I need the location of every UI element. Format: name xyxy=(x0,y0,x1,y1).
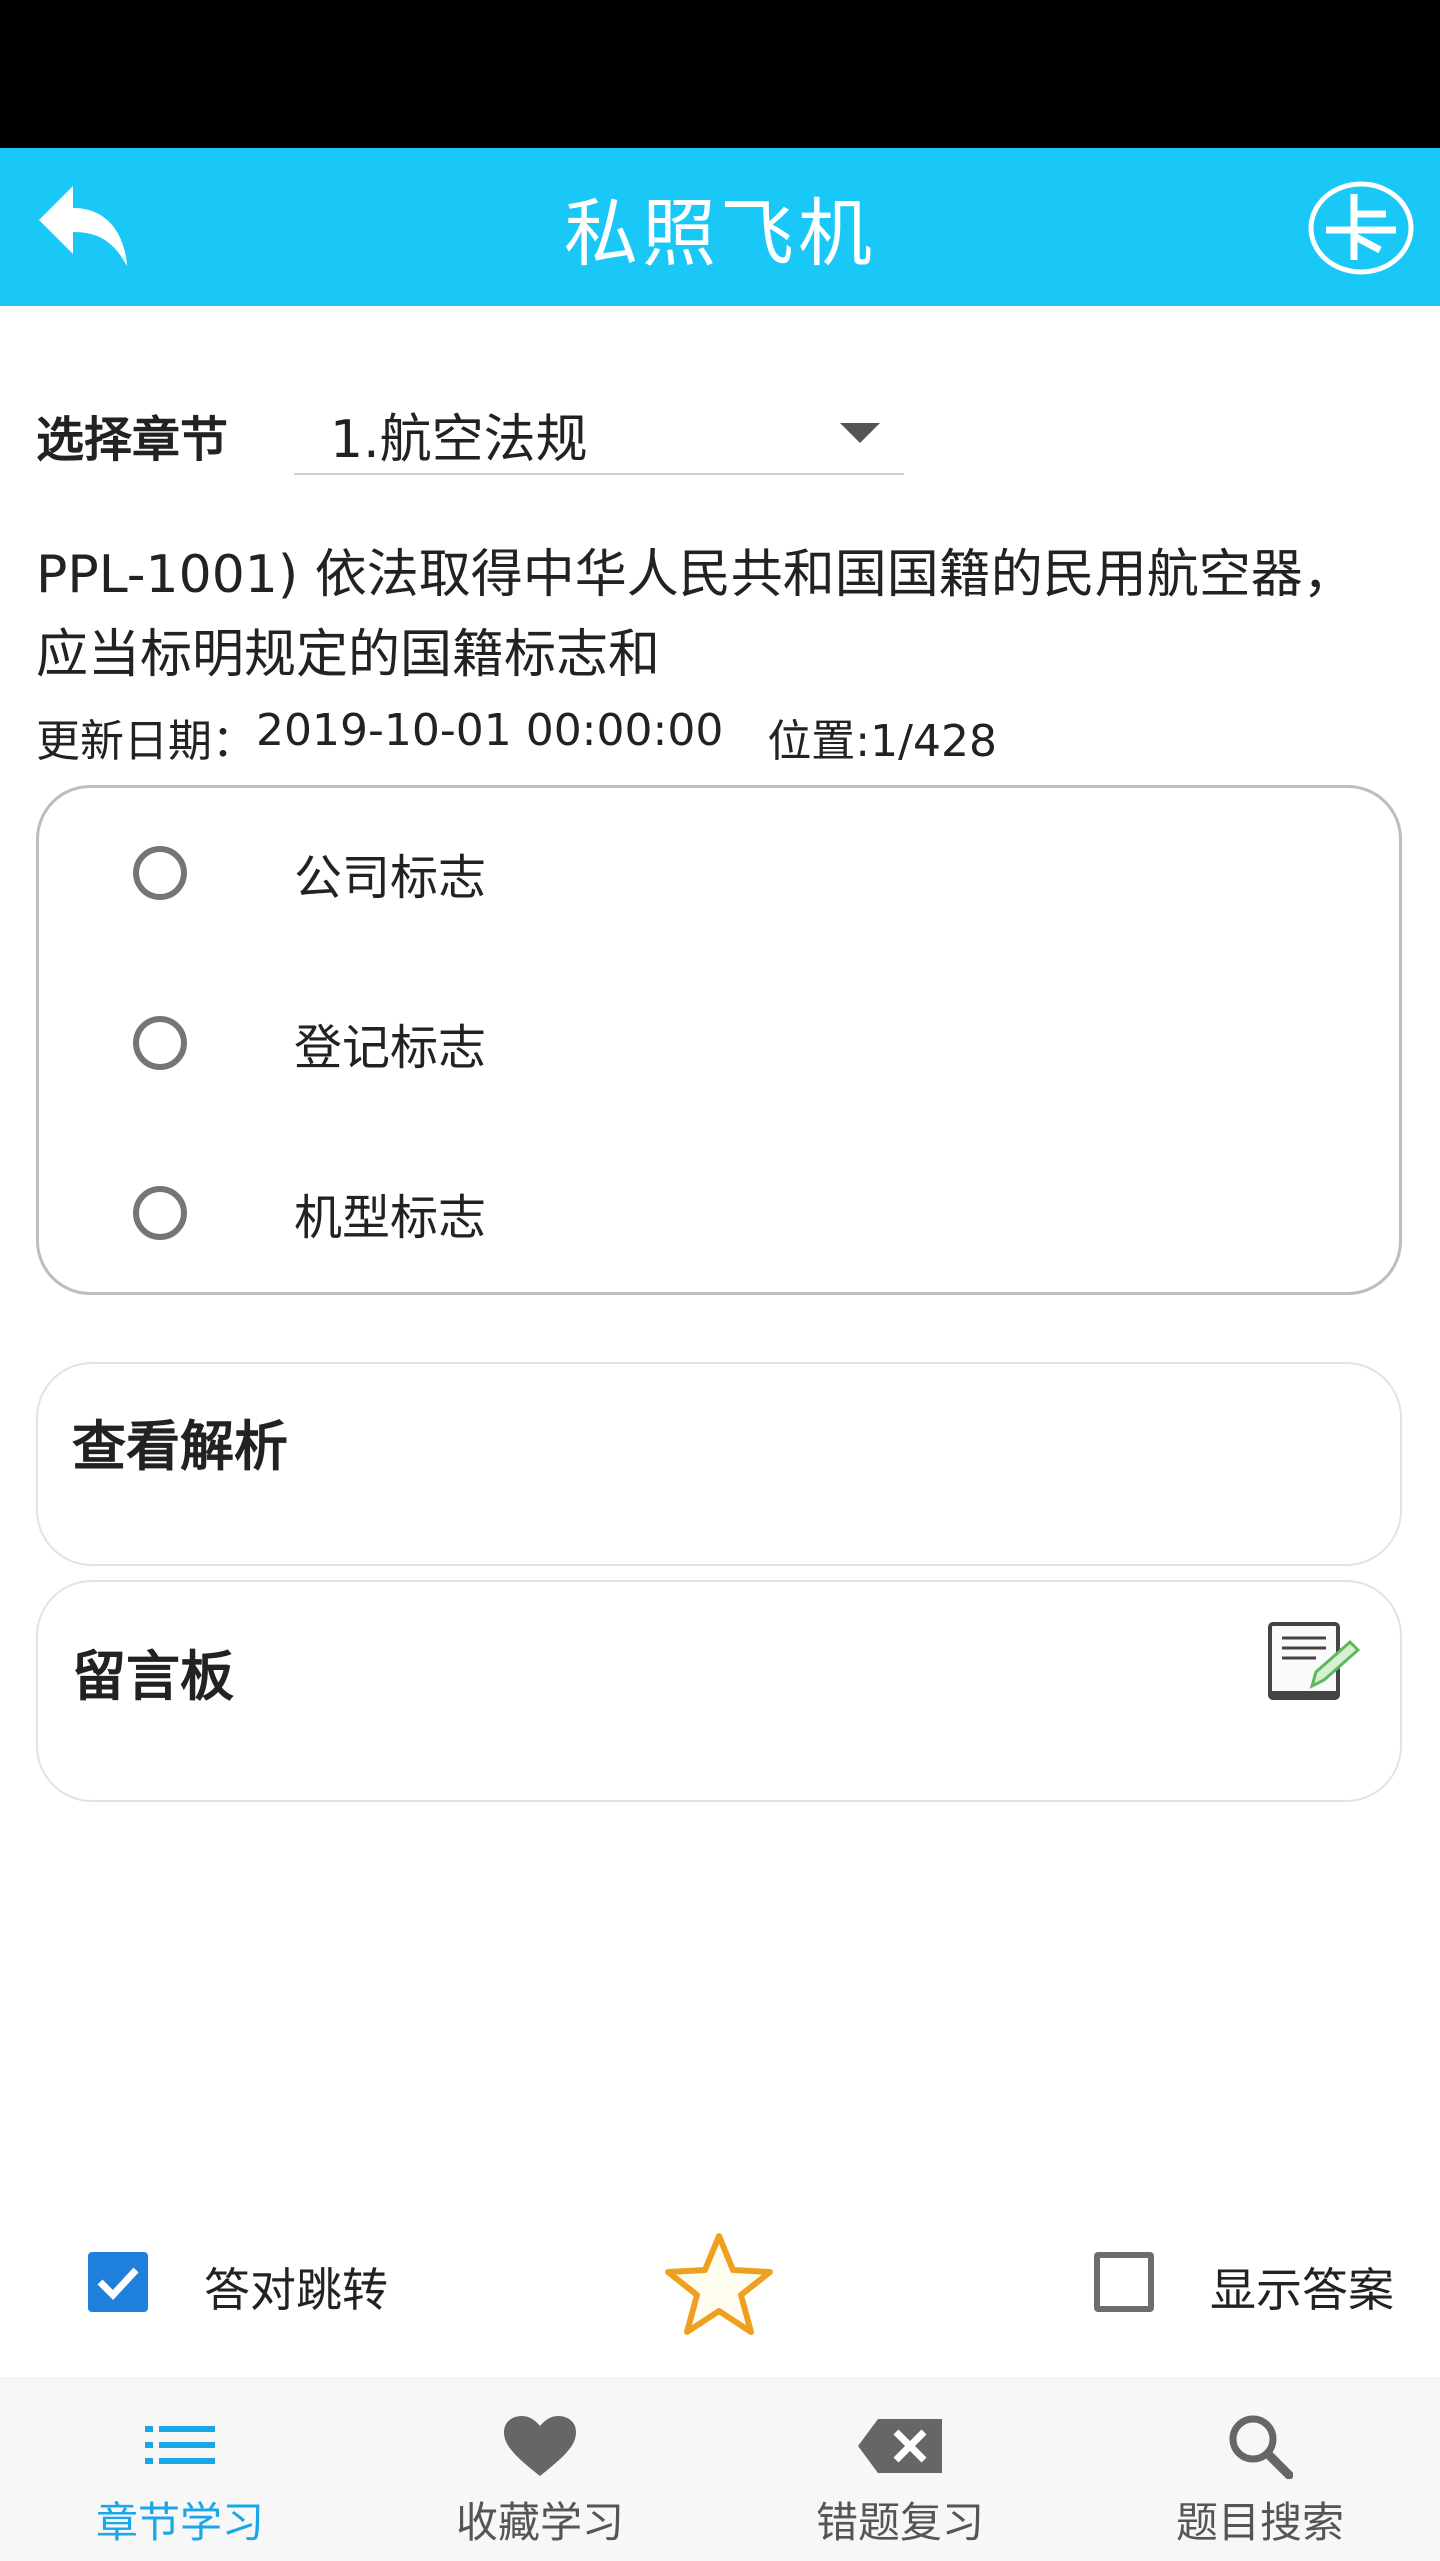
message-board-panel: 留言板 xyxy=(36,1580,1402,1802)
option-b[interactable]: 登记标志 xyxy=(39,958,1399,1128)
answer-card-button[interactable] xyxy=(1306,178,1416,278)
question-text: PPL-1001) 依法取得中华人民共和国国籍的民用航空器，应当标明规定的国籍标… xyxy=(36,545,1355,685)
tab-favorites-study[interactable]: 收藏学习 xyxy=(360,2379,720,2561)
favorite-star-icon[interactable] xyxy=(660,2230,778,2338)
tab-label: 章节学习 xyxy=(95,2498,264,2547)
tab-label: 错题复习 xyxy=(815,2498,984,2547)
option-label: 机型标志 xyxy=(294,1190,487,1246)
auto-jump-label[interactable]: 答对跳转 xyxy=(204,2254,388,2320)
tab-mistake-review[interactable]: 错题复习 xyxy=(720,2379,1080,2561)
check-icon xyxy=(97,2267,139,2301)
tab-label: 收藏学习 xyxy=(455,2498,624,2547)
tab-label: 题目搜索 xyxy=(1175,2498,1344,2547)
option-a[interactable]: 公司标志 xyxy=(39,788,1399,958)
update-label: 更新日期： xyxy=(36,716,256,767)
message-board-title: 留言板 xyxy=(72,1645,234,1708)
tab-chapter-study[interactable]: 章节学习 xyxy=(0,2379,360,2561)
page-title: 私照飞机 xyxy=(564,190,876,277)
bottom-controls: 答对跳转 显示答案 xyxy=(0,2230,1440,2340)
chapter-select[interactable]: 1.航空法规 xyxy=(294,395,904,475)
search-icon xyxy=(1229,2415,1293,2479)
show-answer-label[interactable]: 显示答案 xyxy=(1210,2254,1394,2320)
status-bar xyxy=(0,0,1440,148)
chapter-label: 选择章节 xyxy=(36,412,229,468)
list-icon xyxy=(145,2426,215,2464)
back-arrow-icon xyxy=(39,186,127,266)
update-date: 2019-10-01 00:00:00 xyxy=(256,705,724,756)
options-group: 公司标志 登记标志 机型标志 xyxy=(36,785,1402,1295)
dropdown-arrow-icon xyxy=(840,423,880,443)
option-c[interactable]: 机型标志 xyxy=(39,1128,1399,1298)
analysis-panel[interactable]: 查看解析 xyxy=(36,1362,1402,1566)
option-label: 公司标志 xyxy=(294,850,487,906)
delete-icon xyxy=(858,2419,942,2473)
option-label: 登记标志 xyxy=(294,1020,487,1076)
heart-icon xyxy=(504,2416,576,2476)
chapter-row: 选择章节 1.航空法规 xyxy=(36,395,904,475)
analysis-title: 查看解析 xyxy=(72,1415,288,1478)
app-bar: 私照飞机 xyxy=(0,148,1440,306)
radio-button[interactable] xyxy=(133,1186,187,1240)
bottom-tab-bar: 章节学习 收藏学习 错题复习 题目搜索 xyxy=(0,2378,1440,2561)
edit-note-icon[interactable] xyxy=(1266,1620,1362,1704)
radio-button[interactable] xyxy=(133,1016,187,1070)
radio-button[interactable] xyxy=(133,846,187,900)
card-icon xyxy=(1308,181,1414,275)
question-position: 位置:1/428 xyxy=(767,716,997,767)
show-answer-checkbox[interactable] xyxy=(1094,2252,1154,2312)
auto-jump-checkbox[interactable] xyxy=(88,2252,148,2312)
chapter-selected-value: 1.航空法规 xyxy=(330,409,588,470)
tab-question-search[interactable]: 题目搜索 xyxy=(1080,2379,1440,2561)
question-meta: 更新日期： 2019-10-01 00:00:00 位置:1/428 xyxy=(36,705,997,769)
back-button[interactable] xyxy=(30,178,140,278)
